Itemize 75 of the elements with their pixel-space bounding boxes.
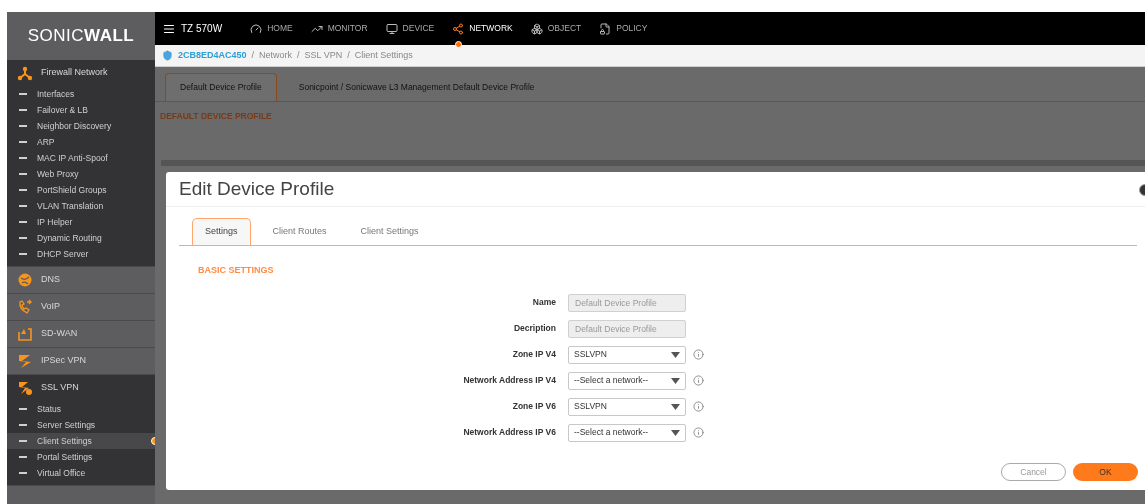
phone-icon [17,299,33,315]
nav-tab[interactable]: HOME [250,18,293,39]
info-icon[interactable] [693,375,704,386]
zigzag-icon [17,380,33,396]
field-label: Name [531,296,557,309]
gauge-icon [250,22,263,35]
sidebar-item[interactable]: Web Proxy [7,166,155,182]
sidebar-item[interactable]: Failover & LB [7,102,155,118]
dialog-tab[interactable]: Settings [192,218,251,245]
sidebar-item[interactable]: Portal Settings [7,449,155,465]
field-label: Zone IP V6 [511,400,557,413]
sidebar-section[interactable]: IPSec VPN [7,348,155,374]
caret-icon [671,429,680,436]
sidebar-section[interactable]: SSL VPN [7,375,155,401]
zigzag-icon [17,353,33,369]
sidebar-item[interactable]: DHCP Server [7,246,155,262]
sidebar-item[interactable]: Server Settings [7,417,155,433]
sidebar-item[interactable]: VLAN Translation [7,198,155,214]
breadcrumb-separator: / [347,48,350,62]
sidebar-section[interactable]: Firewall Network [7,60,155,86]
sidebar-section[interactable]: DNS [7,267,155,293]
tray-icon [17,326,33,342]
field-label: Zone IP V4 [511,348,557,361]
sidebar-item[interactable]: Neighbor Discovery [7,118,155,134]
modal-title: Edit Device Profile [179,176,335,201]
nav-tab[interactable]: MONITOR [310,18,368,39]
section-heading: DEFAULT DEVICE PROFILE [159,110,272,123]
page-tab[interactable]: Sonicpoint / Sonicwave L3 Management Default Device Profile [284,73,549,101]
breadcrumb-item: SSL VPN [304,48,343,62]
sidebar-item[interactable]: Client Settings [7,433,155,449]
network-icon [452,22,465,35]
caret-icon [671,351,680,358]
sidebar-item[interactable]: ARP [7,134,155,150]
breadcrumb-separator: / [251,48,255,62]
field-label: Decription [512,322,557,335]
nav-tab[interactable]: POLICY [599,18,648,39]
menu-icon [163,22,175,35]
dialog-tab[interactable]: Client Routes [260,218,339,245]
sidebar-item[interactable]: Dynamic Routing [7,230,155,246]
dialog-tab[interactable]: Client Settings [348,218,431,245]
sidebar-item[interactable]: Status [7,401,155,417]
sidebar-section[interactable]: VoIP [7,294,155,320]
field-label: Network Address IP V6 [462,426,557,439]
dropdown[interactable]: --Select a network-- [568,371,686,390]
caret-icon [671,403,680,410]
sidebar-section[interactable]: SD-WAN [7,321,155,347]
breadcrumb-item: Client Settings [354,48,413,62]
dropdown[interactable]: --Select a network-- [568,423,686,442]
nav-tab[interactable]: DEVICE [385,18,435,39]
dropdown[interactable]: SSLVPN [568,397,686,416]
file-lock-icon [599,22,612,35]
info-icon[interactable] [693,427,704,438]
info-icon[interactable] [693,401,704,412]
nav-tab[interactable]: NETWORK [452,18,513,39]
dropdown[interactable]: SSLVPN [568,345,686,364]
sidebar-item[interactable]: IP Helper [7,214,155,230]
ok-button[interactable]: OK [1073,463,1138,481]
shield-icon [162,50,173,61]
section-heading: BASIC SETTINGS [198,264,274,277]
page-tab[interactable]: Default Device Profile [165,73,277,101]
device-menu[interactable]: TZ 570W [163,21,223,36]
info-icon[interactable] [693,349,704,360]
sidebar-item[interactable]: MAC IP Anti-Spoof [7,150,155,166]
nav-tab[interactable]: OBJECT [530,18,582,39]
network-icon [17,65,33,81]
sidebar-item[interactable]: PortShield Groups [7,182,155,198]
monitor-icon [385,22,398,35]
breadcrumb-item: Network [259,48,293,62]
logo: SONICWALL [27,25,135,48]
caret-icon [671,377,680,384]
sidebar-item[interactable]: Interfaces [7,86,155,102]
sidebar-item[interactable]: Virtual Office [7,465,155,481]
field-label: Network Address IP V4 [462,374,557,387]
breadcrumb-separator: / [297,48,300,62]
boxes-icon [530,22,543,35]
